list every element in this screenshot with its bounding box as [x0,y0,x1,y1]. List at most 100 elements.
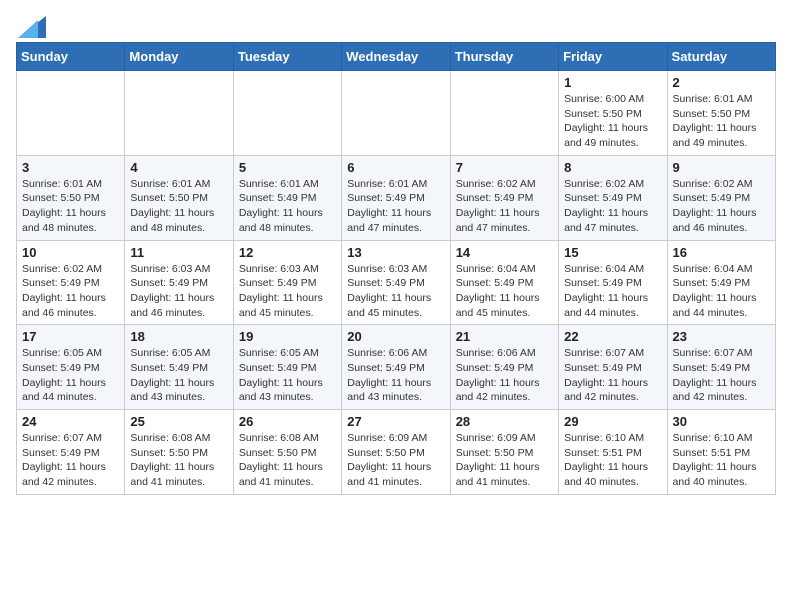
day-number: 16 [673,245,770,260]
weekday-header-saturday: Saturday [667,43,775,71]
cell-info: Sunrise: 6:04 AM Sunset: 5:49 PM Dayligh… [673,262,770,321]
cell-info: Sunrise: 6:04 AM Sunset: 5:49 PM Dayligh… [564,262,661,321]
cell-info: Sunrise: 6:05 AM Sunset: 5:49 PM Dayligh… [22,346,119,405]
day-number: 10 [22,245,119,260]
day-number: 21 [456,329,553,344]
logo [16,16,46,32]
cell-info: Sunrise: 6:06 AM Sunset: 5:49 PM Dayligh… [456,346,553,405]
weekday-header-tuesday: Tuesday [233,43,341,71]
calendar-cell: 21 Sunrise: 6:06 AM Sunset: 5:49 PM Dayli… [450,325,558,410]
day-number: 2 [673,75,770,90]
day-number: 26 [239,414,336,429]
calendar-table: SundayMondayTuesdayWednesdayThursdayFrid… [16,42,776,495]
calendar-cell [125,71,233,156]
calendar-week-row: 3 Sunrise: 6:01 AM Sunset: 5:50 PM Daylig… [17,155,776,240]
day-number: 27 [347,414,444,429]
cell-info: Sunrise: 6:02 AM Sunset: 5:49 PM Dayligh… [673,177,770,236]
cell-info: Sunrise: 6:10 AM Sunset: 5:51 PM Dayligh… [564,431,661,490]
cell-info: Sunrise: 6:07 AM Sunset: 5:49 PM Dayligh… [564,346,661,405]
calendar-cell: 8Sunrise: 6:02 AM Sunset: 5:49 PM Daylig… [559,155,667,240]
cell-info: Sunrise: 6:03 AM Sunset: 5:49 PM Dayligh… [347,262,444,321]
cell-info: Sunrise: 6:07 AM Sunset: 5:49 PM Dayligh… [22,431,119,490]
calendar-cell: 27 Sunrise: 6:09 AM Sunset: 5:50 PM Dayli… [342,410,450,495]
day-number: 6 [347,160,444,175]
calendar-cell: 12 Sunrise: 6:03 AM Sunset: 5:49 PM Dayli… [233,240,341,325]
calendar-week-row: 1 Sunrise: 6:00 AM Sunset: 5:50 PM Daylig… [17,71,776,156]
cell-info: Sunrise: 6:01 AM Sunset: 5:50 PM Dayligh… [22,177,119,236]
day-number: 14 [456,245,553,260]
weekday-header-friday: Friday [559,43,667,71]
cell-info: Sunrise: 6:04 AM Sunset: 5:49 PM Dayligh… [456,262,553,321]
calendar-cell: 13 Sunrise: 6:03 AM Sunset: 5:49 PM Dayli… [342,240,450,325]
cell-info: Sunrise: 6:00 AM Sunset: 5:50 PM Dayligh… [564,92,661,151]
day-number: 25 [130,414,227,429]
calendar-cell: 10 Sunrise: 6:02 AM Sunset: 5:49 PM Dayli… [17,240,125,325]
day-number: 15 [564,245,661,260]
calendar-cell: 22 Sunrise: 6:07 AM Sunset: 5:49 PM Dayli… [559,325,667,410]
calendar-cell: 25Sunrise: 6:08 AM Sunset: 5:50 PM Dayli… [125,410,233,495]
day-number: 9 [673,160,770,175]
calendar-cell: 20 Sunrise: 6:06 AM Sunset: 5:49 PM Dayli… [342,325,450,410]
day-number: 22 [564,329,661,344]
calendar-cell [233,71,341,156]
calendar-week-row: 17 Sunrise: 6:05 AM Sunset: 5:49 PM Dayli… [17,325,776,410]
calendar-cell: 30 Sunrise: 6:10 AM Sunset: 5:51 PM Dayli… [667,410,775,495]
weekday-header-monday: Monday [125,43,233,71]
day-number: 30 [673,414,770,429]
cell-info: Sunrise: 6:08 AM Sunset: 5:50 PM Dayligh… [239,431,336,490]
calendar-cell: 6Sunrise: 6:01 AM Sunset: 5:49 PM Daylig… [342,155,450,240]
day-number: 29 [564,414,661,429]
cell-info: Sunrise: 6:02 AM Sunset: 5:49 PM Dayligh… [456,177,553,236]
day-number: 18 [130,329,227,344]
calendar-cell: 14 Sunrise: 6:04 AM Sunset: 5:49 PM Dayli… [450,240,558,325]
day-number: 23 [673,329,770,344]
calendar-cell: 3 Sunrise: 6:01 AM Sunset: 5:50 PM Daylig… [17,155,125,240]
day-number: 12 [239,245,336,260]
calendar-cell: 2 Sunrise: 6:01 AM Sunset: 5:50 PM Daylig… [667,71,775,156]
cell-info: Sunrise: 6:06 AM Sunset: 5:49 PM Dayligh… [347,346,444,405]
calendar-cell: 5Sunrise: 6:01 AM Sunset: 5:49 PM Daylig… [233,155,341,240]
logo-icon [18,16,46,38]
day-number: 13 [347,245,444,260]
cell-info: Sunrise: 6:02 AM Sunset: 5:49 PM Dayligh… [564,177,661,236]
cell-info: Sunrise: 6:05 AM Sunset: 5:49 PM Dayligh… [130,346,227,405]
calendar-cell [17,71,125,156]
calendar-cell: 28Sunrise: 6:09 AM Sunset: 5:50 PM Dayli… [450,410,558,495]
calendar-cell: 17 Sunrise: 6:05 AM Sunset: 5:49 PM Dayli… [17,325,125,410]
calendar-cell: 26 Sunrise: 6:08 AM Sunset: 5:50 PM Dayli… [233,410,341,495]
cell-info: Sunrise: 6:09 AM Sunset: 5:50 PM Dayligh… [456,431,553,490]
day-number: 1 [564,75,661,90]
cell-info: Sunrise: 6:03 AM Sunset: 5:49 PM Dayligh… [130,262,227,321]
calendar-week-row: 10 Sunrise: 6:02 AM Sunset: 5:49 PM Dayli… [17,240,776,325]
calendar-header-row: SundayMondayTuesdayWednesdayThursdayFrid… [17,43,776,71]
calendar-cell: 24Sunrise: 6:07 AM Sunset: 5:49 PM Dayli… [17,410,125,495]
cell-info: Sunrise: 6:10 AM Sunset: 5:51 PM Dayligh… [673,431,770,490]
calendar-cell [450,71,558,156]
day-number: 4 [130,160,227,175]
weekday-header-sunday: Sunday [17,43,125,71]
calendar-cell: 11 Sunrise: 6:03 AM Sunset: 5:49 PM Dayli… [125,240,233,325]
day-number: 5 [239,160,336,175]
weekday-header-thursday: Thursday [450,43,558,71]
calendar-cell: 15 Sunrise: 6:04 AM Sunset: 5:49 PM Dayli… [559,240,667,325]
calendar-cell: 18 Sunrise: 6:05 AM Sunset: 5:49 PM Dayli… [125,325,233,410]
calendar-week-row: 24Sunrise: 6:07 AM Sunset: 5:49 PM Dayli… [17,410,776,495]
calendar-cell: 19 Sunrise: 6:05 AM Sunset: 5:49 PM Dayli… [233,325,341,410]
calendar-cell [342,71,450,156]
cell-info: Sunrise: 6:05 AM Sunset: 5:49 PM Dayligh… [239,346,336,405]
page-header [16,16,776,32]
cell-info: Sunrise: 6:02 AM Sunset: 5:49 PM Dayligh… [22,262,119,321]
calendar-cell: 29 Sunrise: 6:10 AM Sunset: 5:51 PM Dayli… [559,410,667,495]
day-number: 17 [22,329,119,344]
calendar-cell: 9 Sunrise: 6:02 AM Sunset: 5:49 PM Daylig… [667,155,775,240]
calendar-cell: 4Sunrise: 6:01 AM Sunset: 5:50 PM Daylig… [125,155,233,240]
cell-info: Sunrise: 6:07 AM Sunset: 5:49 PM Dayligh… [673,346,770,405]
cell-info: Sunrise: 6:09 AM Sunset: 5:50 PM Dayligh… [347,431,444,490]
day-number: 3 [22,160,119,175]
cell-info: Sunrise: 6:01 AM Sunset: 5:50 PM Dayligh… [673,92,770,151]
day-number: 19 [239,329,336,344]
cell-info: Sunrise: 6:03 AM Sunset: 5:49 PM Dayligh… [239,262,336,321]
day-number: 20 [347,329,444,344]
calendar-cell: 23 Sunrise: 6:07 AM Sunset: 5:49 PM Dayli… [667,325,775,410]
day-number: 11 [130,245,227,260]
